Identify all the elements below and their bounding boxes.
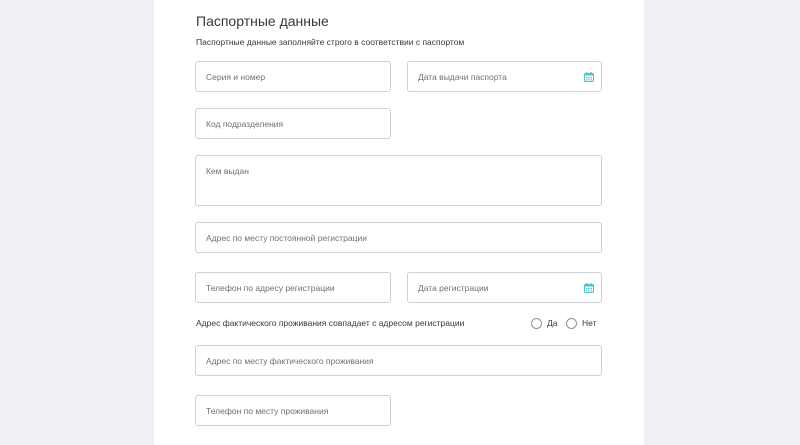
radio-no-circle[interactable] bbox=[566, 317, 577, 329]
registration-date-field[interactable]: Дата регистрации bbox=[407, 272, 602, 303]
actual-address-placeholder: Адрес по месту фактического проживания bbox=[206, 356, 374, 366]
registration-phone-field[interactable]: Телефон по адресу регистрации bbox=[195, 272, 391, 303]
section-title: Паспортные данные bbox=[196, 13, 329, 29]
radio-yes[interactable]: Да bbox=[531, 317, 557, 329]
radio-no[interactable]: Нет bbox=[566, 317, 596, 329]
radio-yes-label[interactable]: Да bbox=[547, 318, 557, 328]
same-address-question: Адрес фактического проживания совпадает … bbox=[196, 318, 465, 328]
radio-yes-circle[interactable] bbox=[531, 317, 542, 329]
issue-date-placeholder: Дата выдачи паспорта bbox=[418, 72, 507, 82]
calendar-icon[interactable] bbox=[584, 283, 594, 293]
radio-no-label[interactable]: Нет bbox=[582, 318, 596, 328]
series-number-field[interactable]: Серия и номер bbox=[195, 61, 391, 92]
registration-address-field[interactable]: Адрес по месту постоянной регистрации bbox=[195, 222, 602, 253]
series-number-placeholder: Серия и номер bbox=[206, 72, 266, 82]
residence-phone-placeholder: Телефон по месту проживания bbox=[206, 406, 329, 416]
actual-address-field[interactable]: Адрес по месту фактического проживания bbox=[195, 345, 602, 376]
issued-by-field[interactable]: Кем выдан bbox=[195, 155, 602, 206]
section-subtitle: Паспортные данные заполняйте строго в со… bbox=[196, 37, 465, 47]
division-code-field[interactable]: Код подразделения bbox=[195, 108, 391, 139]
issue-date-field[interactable]: Дата выдачи паспорта bbox=[407, 61, 602, 92]
issued-by-placeholder: Кем выдан bbox=[206, 166, 249, 176]
registration-address-placeholder: Адрес по месту постоянной регистрации bbox=[206, 233, 368, 243]
registration-date-placeholder: Дата регистрации bbox=[418, 283, 489, 293]
calendar-icon[interactable] bbox=[584, 72, 594, 82]
division-code-placeholder: Код подразделения bbox=[206, 119, 284, 129]
residence-phone-field[interactable]: Телефон по месту проживания bbox=[195, 395, 391, 426]
registration-phone-placeholder: Телефон по адресу регистрации bbox=[206, 283, 335, 293]
